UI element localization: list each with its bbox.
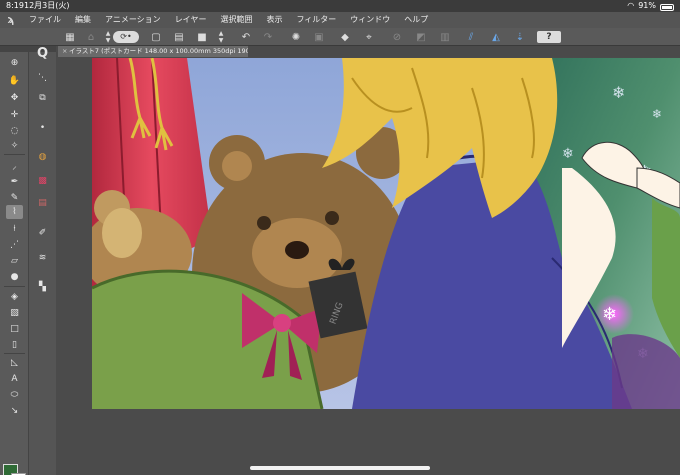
lasso-icon[interactable]: ◌: [6, 124, 23, 138]
frame-icon[interactable]: ▯: [6, 338, 23, 352]
snap-grid-icon[interactable]: ⇣: [513, 30, 527, 44]
blend-icon[interactable]: ●: [6, 270, 23, 284]
decoration-icon[interactable]: ⋰: [6, 238, 23, 252]
menu-window[interactable]: ウィンドウ: [343, 12, 397, 28]
crop-icon[interactable]: ▥: [438, 30, 452, 44]
navigator-icon[interactable]: ✐: [34, 226, 51, 240]
fill-layer-icon[interactable]: ◆: [338, 30, 352, 44]
transform-selection-icon[interactable]: ⌖: [362, 30, 376, 44]
wifi-icon: ◠: [627, 1, 635, 10]
text-icon[interactable]: A: [6, 372, 23, 386]
battery-icon: [660, 3, 674, 11]
subtool-icon[interactable]: ⋱: [34, 71, 51, 85]
status-time: 8:19: [6, 1, 24, 10]
layer-property-icon[interactable]: ▤: [34, 196, 51, 210]
home-indicator: [250, 466, 430, 470]
layer-icon[interactable]: ⧉: [34, 91, 51, 105]
ios-status-bar: 8:19 12月3日(火) ◠ 91%: [0, 0, 680, 12]
tool-palette-header: [0, 46, 28, 52]
status-right: ◠ 91%: [627, 0, 674, 12]
document-title: イラスト7 (ポストカード 148.00 x 100.00mm 350dpi 1…: [69, 47, 248, 55]
status-date: 12月3日(火): [24, 1, 70, 10]
document-tab[interactable]: × イラスト7 (ポストカード 148.00 x 100.00mm 350dpi …: [58, 46, 248, 57]
gradient-icon[interactable]: ▧: [6, 306, 23, 320]
pen-icon[interactable]: ✒: [6, 175, 23, 189]
illustration-artwork: ❄ ❄ ❄ ❄ ❄ ❄ ❄: [92, 58, 680, 409]
brush-size-icon[interactable]: •: [34, 121, 51, 135]
auto-select-icon[interactable]: ✧: [6, 139, 23, 153]
zoom-button[interactable]: ⟳•: [113, 31, 139, 43]
search-icon[interactable]: Q: [34, 46, 51, 61]
save-icon[interactable]: ■: [195, 30, 209, 44]
transform-icon[interactable]: ✛: [6, 108, 23, 122]
menu-bar: ϡ ファイル 編集 アニメーション レイヤー 選択範囲 表示 フィルター ウィン…: [0, 12, 680, 28]
svg-text:❄: ❄: [652, 107, 662, 121]
correction-icon[interactable]: ↘: [6, 404, 23, 418]
menu-selection[interactable]: 選択範囲: [213, 12, 259, 28]
menu-view[interactable]: 表示: [259, 12, 289, 28]
brush-icon[interactable]: ⌇: [6, 205, 23, 219]
invert-icon[interactable]: ◩: [414, 30, 428, 44]
snap-ruler-icon[interactable]: ⫽: [464, 30, 478, 44]
hand-icon[interactable]: ✋: [6, 74, 23, 88]
figure-icon[interactable]: □: [6, 322, 23, 336]
app-root: 8:19 12月3日(火) ◠ 91% ϡ ファイル 編集 アニメーション レイ…: [0, 0, 680, 475]
menu-layer[interactable]: レイヤー: [168, 12, 214, 28]
svg-text:❄: ❄: [562, 146, 574, 162]
redo-icon[interactable]: ↷: [261, 30, 275, 44]
fill-icon[interactable]: ◈: [6, 290, 23, 304]
sparkle-icon[interactable]: ✺: [289, 30, 303, 44]
selection-off-icon[interactable]: ⊘: [390, 30, 404, 44]
magnifier-icon[interactable]: ⊕: [6, 56, 23, 70]
brush-size-stepper[interactable]: ▲ ▼: [217, 30, 225, 44]
pencil-icon[interactable]: ✎: [6, 191, 23, 205]
tool-divider: [4, 286, 25, 287]
airbrush-icon[interactable]: ⍿: [6, 222, 23, 236]
illustration-canvas[interactable]: ❄ ❄ ❄ ❄ ❄ ❄ ❄: [92, 58, 680, 409]
undo-icon[interactable]: ↶: [239, 30, 253, 44]
snap-special-icon[interactable]: ◭: [489, 30, 503, 44]
command-palette: Q ⋱ ⧉ • ◍ ▩ ▤ ✐ ≋ ▚: [29, 46, 56, 475]
help-button[interactable]: ?: [537, 31, 561, 43]
color-set-icon[interactable]: ▩: [34, 174, 51, 188]
close-tab-icon[interactable]: ×: [62, 46, 69, 57]
svg-text:❄: ❄: [602, 304, 617, 325]
eraser-icon[interactable]: ▱: [6, 254, 23, 268]
tool-palette: ⊕ ✋ ✥ ✛ ◌ ✧ ⸝ ✒ ✎ ⌇ ⍿ ⋰ ▱ ● ◈ ▧ □ ▯ ◺ A …: [0, 46, 29, 475]
balloon-icon[interactable]: ⬭: [6, 388, 23, 402]
ruler-icon[interactable]: ◺: [6, 356, 23, 370]
menu-filter[interactable]: フィルター: [289, 12, 343, 28]
app-logo-icon[interactable]: ϡ: [0, 12, 22, 28]
clear-icon[interactable]: ▣: [312, 30, 326, 44]
menu-edit[interactable]: 編集: [68, 12, 98, 28]
open-file-icon[interactable]: ▤: [172, 30, 186, 44]
menu-help[interactable]: ヘルプ: [397, 12, 435, 28]
svg-text:❄: ❄: [612, 83, 625, 102]
material-icon[interactable]: ▚: [34, 280, 51, 294]
home-icon[interactable]: ⌂: [84, 30, 98, 44]
menu-animation[interactable]: アニメーション: [98, 12, 168, 28]
battery-percent: 91%: [638, 1, 656, 10]
zoom-stepper[interactable]: ▲ ▼: [104, 30, 112, 44]
new-file-icon[interactable]: ▢: [149, 30, 163, 44]
eyedropper-icon[interactable]: ⸝: [6, 158, 23, 172]
tool-divider: [4, 353, 25, 354]
grid-icon[interactable]: ▦: [63, 30, 77, 44]
move-icon[interactable]: ✥: [6, 91, 23, 105]
color-wheel-icon[interactable]: ◍: [34, 150, 51, 164]
stabilizer-icon[interactable]: ≋: [34, 251, 51, 265]
command-bar: ▦ ⌂ ▲ ▼ ⟳• ▢ ▤ ■ ▲ ▼ ↶ ↷ ✺ ▣ ◆ ⌖ ⊘ ◩ ▥ ⫽ ◭…: [0, 28, 680, 46]
menu-file[interactable]: ファイル: [22, 12, 68, 28]
tool-divider: [4, 154, 25, 155]
